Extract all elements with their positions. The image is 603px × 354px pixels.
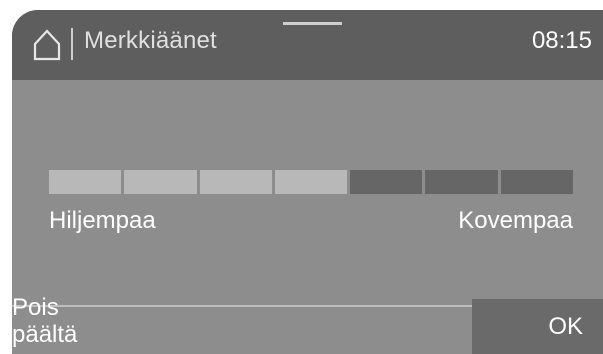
- volume-slider[interactable]: [49, 170, 573, 194]
- volume-segment-on[interactable]: [199, 170, 272, 194]
- header-bar: Merkkiäänet 08:15: [12, 10, 603, 80]
- page-title: Merkkiäänet: [84, 27, 217, 54]
- home-icon[interactable]: [32, 28, 62, 62]
- turn-off-button[interactable]: Pois päältä: [12, 287, 132, 354]
- turn-off-label-line2: päältä: [12, 320, 78, 348]
- volume-segment-off[interactable]: [500, 170, 573, 194]
- volume-segment-off[interactable]: [350, 170, 423, 194]
- time-display: 08:15: [531, 27, 592, 54]
- top-notch: [283, 22, 342, 25]
- volume-segment-on[interactable]: [124, 170, 197, 194]
- ok-button[interactable]: OK: [472, 299, 603, 354]
- louder-label: Kovempaa: [458, 207, 573, 234]
- header-divider: [71, 28, 73, 60]
- volume-segment-on[interactable]: [49, 170, 122, 194]
- turn-off-label-line1: Pois: [12, 293, 59, 321]
- volume-segment-on[interactable]: [274, 170, 348, 194]
- device-frame: Merkkiäänet 08:15 Hiljempaa Kovempaa Poi…: [0, 0, 603, 354]
- quieter-label: Hiljempaa: [49, 207, 156, 234]
- volume-segment-off[interactable]: [425, 170, 498, 194]
